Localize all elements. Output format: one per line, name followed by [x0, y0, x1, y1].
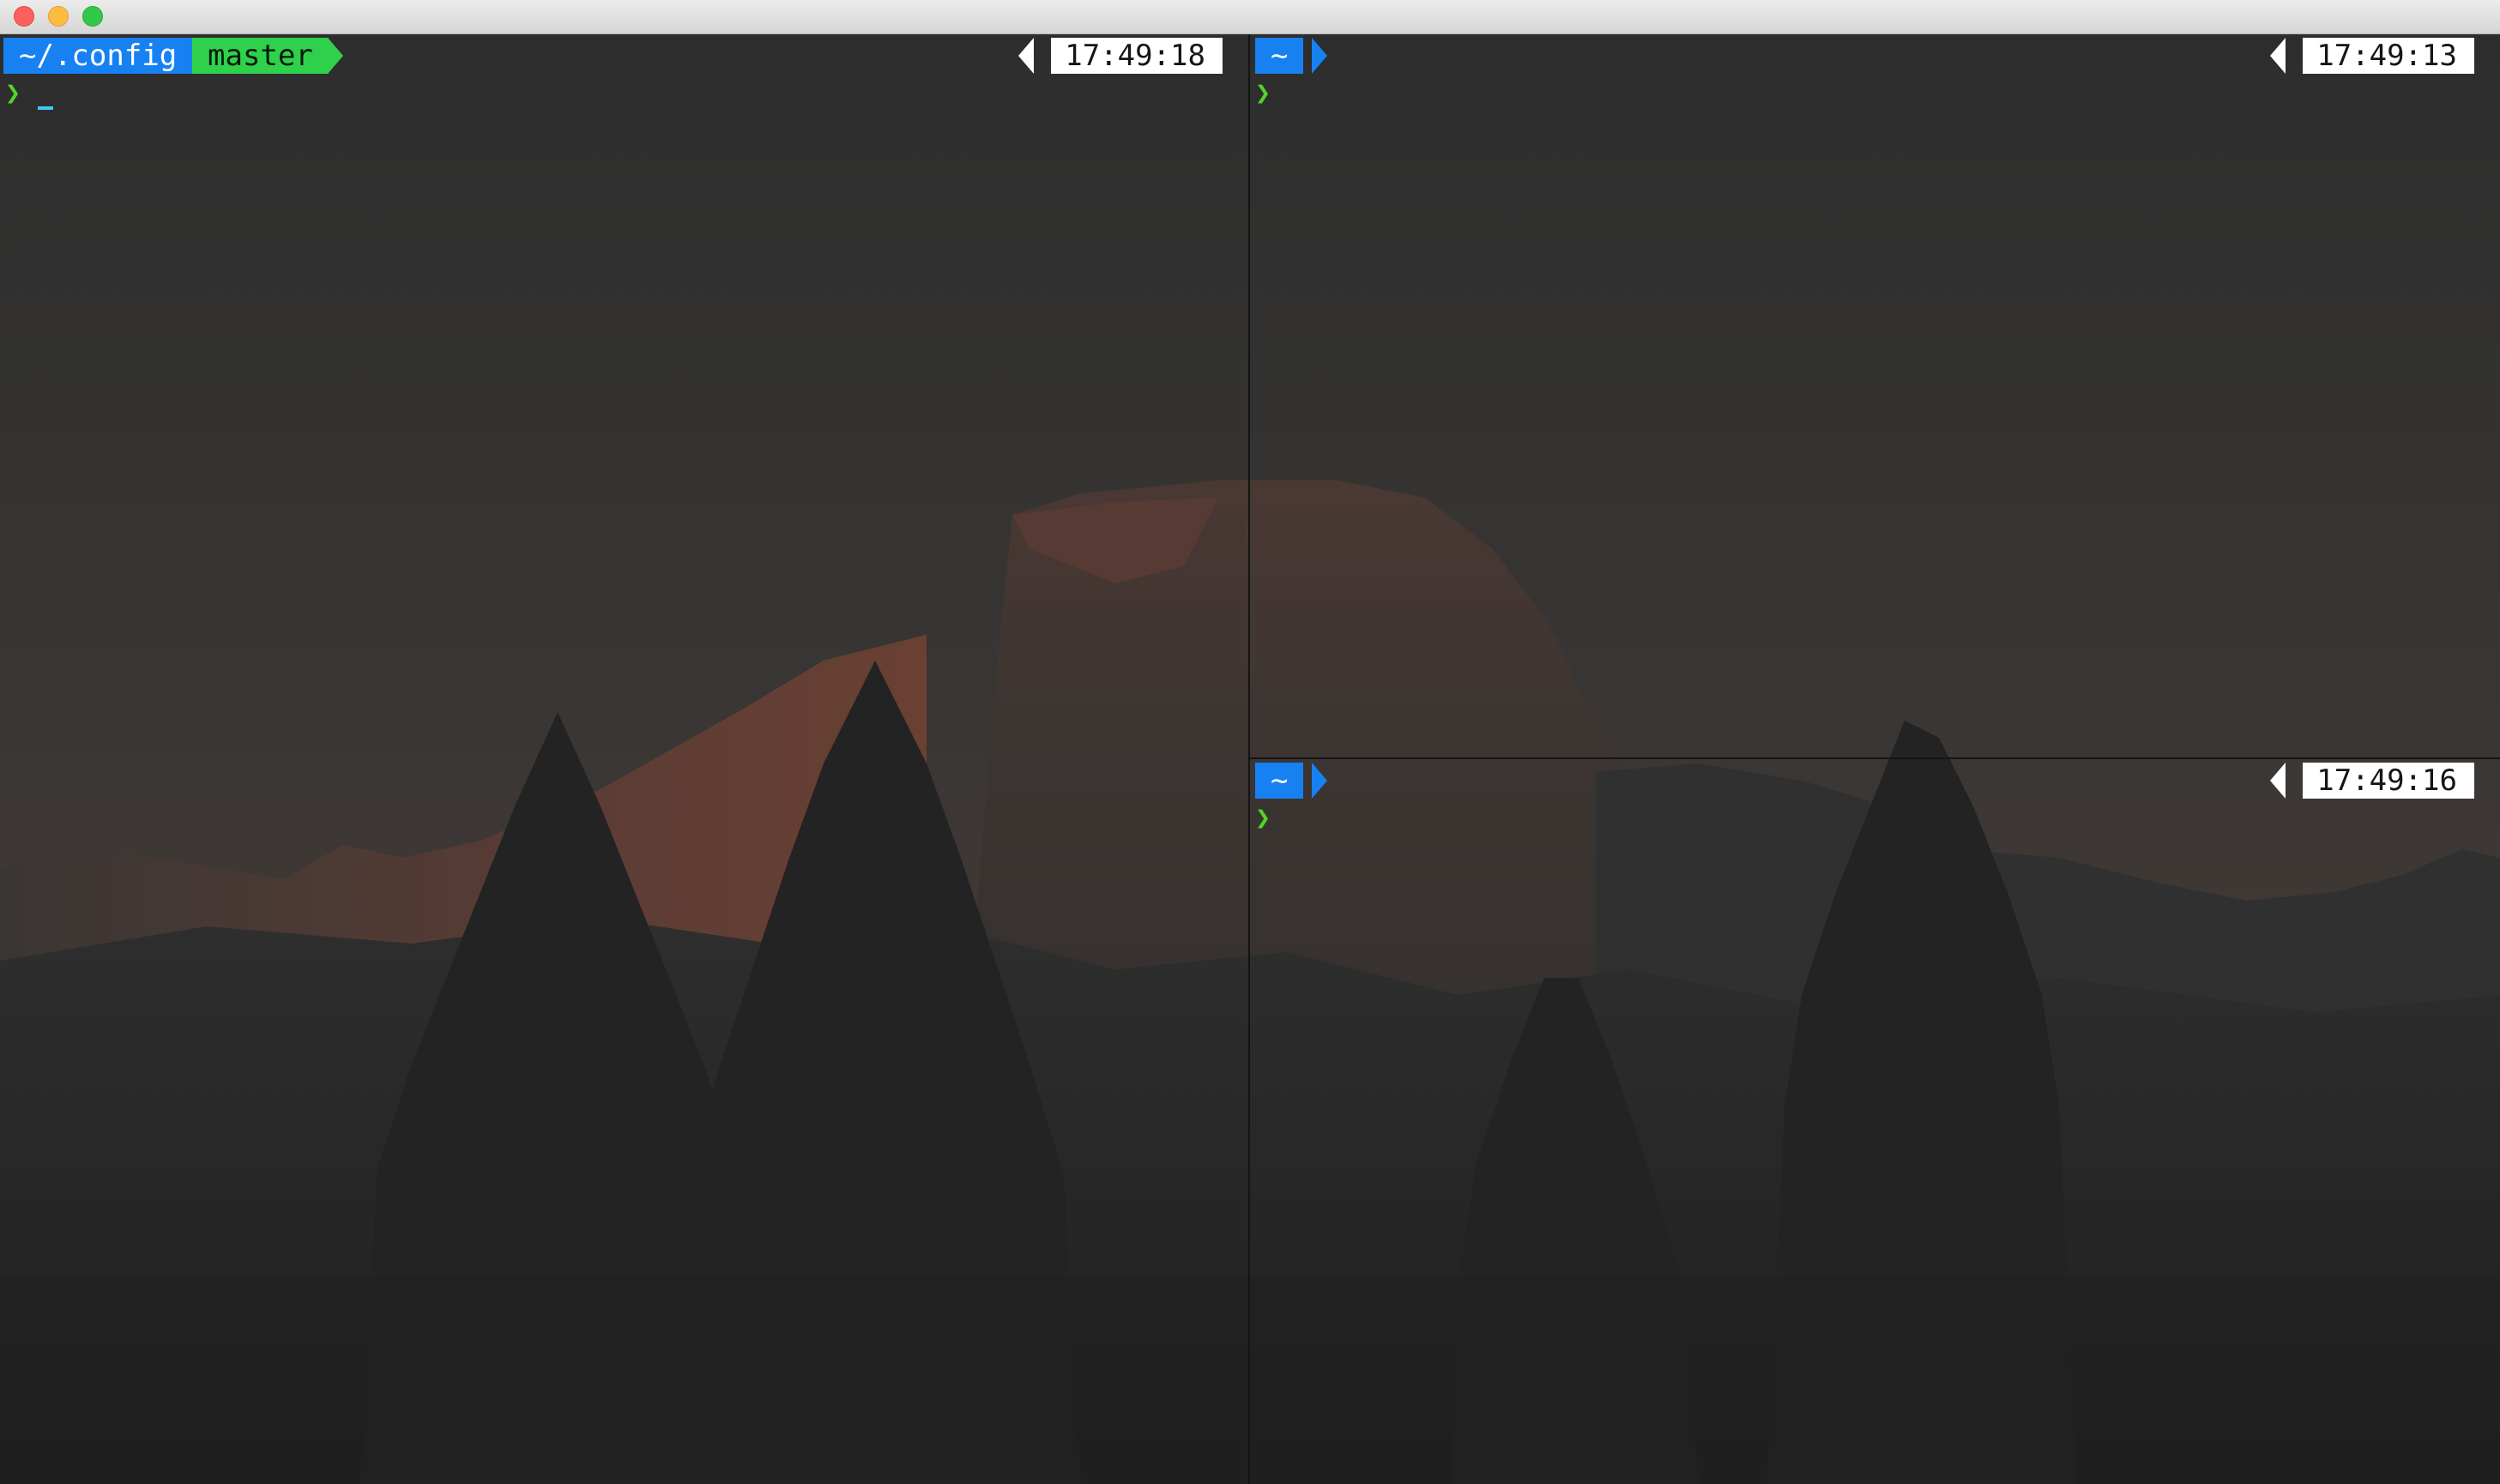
minimize-button[interactable] — [48, 6, 69, 27]
prompt-path-segment: ~/.config — [3, 38, 193, 74]
prompt-time: 17:49:16 — [2303, 763, 2474, 799]
terminal-pane-bottom-right[interactable]: ~ 17:49:16 ❯ — [1250, 759, 2500, 1484]
terminal-pane-top-right[interactable]: ~ 17:49:13 ❯ — [1250, 34, 2500, 757]
title-bar[interactable] — [0, 0, 2500, 34]
segment-arrow-icon — [1312, 38, 1327, 74]
prompt-chevron-icon: ❯ — [1255, 78, 1271, 108]
segment-arrow-icon — [1018, 38, 1034, 74]
segment-arrow-icon — [1312, 763, 1327, 799]
segment-arrow-icon — [2270, 38, 2286, 74]
terminal-content: ~/.config master 17:49:18 ❯ ~ 17:49:13 ❯… — [0, 34, 2500, 1484]
text-cursor — [38, 106, 53, 110]
terminal-pane-left[interactable]: ~/.config master 17:49:18 ❯ — [0, 34, 1248, 1484]
prompt-time: 17:49:13 — [2303, 38, 2474, 74]
close-button[interactable] — [14, 6, 34, 27]
prompt-chevron-icon: ❯ — [1255, 803, 1271, 833]
prompt-path-segment: ~ — [1255, 763, 1304, 799]
zoom-button[interactable] — [82, 6, 103, 27]
prompt-chevron-icon: ❯ — [5, 78, 21, 108]
prompt-time: 17:49:18 — [1051, 38, 1223, 74]
segment-arrow-icon — [2270, 763, 2286, 799]
segment-arrow-icon — [328, 38, 343, 74]
terminal-window: ~/.config master 17:49:18 ❯ ~ 17:49:13 ❯… — [0, 0, 2500, 1484]
prompt-git-branch-segment: master — [192, 38, 329, 74]
prompt-path-segment: ~ — [1255, 38, 1304, 74]
